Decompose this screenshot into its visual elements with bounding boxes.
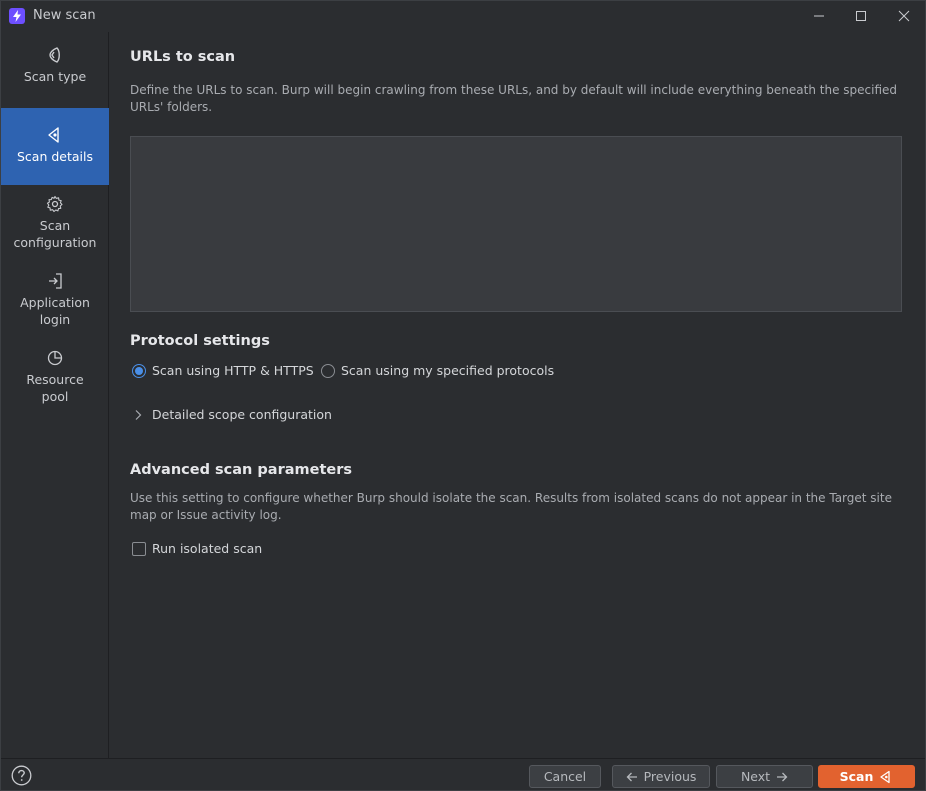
next-label: Next <box>740 769 771 784</box>
scan-type-icon <box>49 47 60 63</box>
urls-heading: URLs to scan <box>130 49 236 65</box>
sidebar-item-label: pool <box>41 389 69 404</box>
close-icon <box>898 10 910 22</box>
advanced-description: Use this setting to configure whether Bu… <box>130 491 892 522</box>
sidebar-item-scan-details[interactable]: Scan details <box>1 108 109 185</box>
scan-details-panel: URLs to scan Define the URLs to scan. Bu… <box>110 32 925 758</box>
sidebar-item-label: configuration <box>13 235 97 250</box>
help-button[interactable] <box>11 765 32 786</box>
detailed-scope-toggle[interactable]: Detailed scope configuration <box>132 407 332 422</box>
title-bar: New scan <box>1 1 925 32</box>
radio-http-https-label: Scan using HTTP & HTTPS <box>152 363 314 378</box>
scan-button[interactable]: Scan <box>818 765 915 788</box>
urls-description: Define the URLs to scan. Burp will begin… <box>130 83 898 114</box>
login-icon <box>49 273 62 289</box>
window-title: New scan <box>33 8 96 23</box>
next-button[interactable]: Next <box>716 765 813 788</box>
sidebar-item-scan-type[interactable]: Scan type <box>1 46 109 108</box>
arrow-left-icon <box>626 772 637 781</box>
new-scan-window: New scan Scan type Scan details Scan con… <box>0 0 926 791</box>
maximize-icon <box>856 11 866 21</box>
scan-label: Scan <box>839 769 874 784</box>
scan-details-icon <box>48 127 59 143</box>
radio-specified-protocols-indicator[interactable] <box>321 363 335 378</box>
isolated-scan-checkbox[interactable] <box>132 541 146 556</box>
cancel-button[interactable]: Cancel <box>529 765 601 788</box>
sidebar-item-label: Scan details <box>16 149 93 164</box>
scan-icon <box>880 770 891 783</box>
radio-http-https[interactable]: Scan using HTTP & HTTPS <box>132 363 314 378</box>
isolated-scan-checkbox-row[interactable]: Run isolated scan <box>132 541 262 556</box>
isolated-scan-label: Run isolated scan <box>152 541 263 556</box>
detailed-scope-label: Detailed scope configuration <box>152 407 332 422</box>
minimize-icon <box>814 15 824 17</box>
sidebar: Scan type Scan details Scan configuratio… <box>1 32 109 758</box>
sidebar-item-application-login[interactable]: Application login <box>1 272 109 334</box>
close-button[interactable] <box>892 5 916 27</box>
sidebar-item-label: Resource <box>26 372 84 387</box>
sidebar-item-label: login <box>39 312 71 327</box>
radio-specified-protocols[interactable]: Scan using my specified protocols <box>321 363 554 378</box>
help-icon <box>11 765 32 786</box>
radio-specified-protocols-label: Scan using my specified protocols <box>341 363 555 378</box>
maximize-button[interactable] <box>849 5 873 27</box>
previous-button[interactable]: Previous <box>612 765 710 788</box>
gear-icon <box>46 195 63 213</box>
minimize-button[interactable] <box>807 5 831 27</box>
sidebar-item-resource-pool[interactable]: Resource pool <box>1 349 109 411</box>
cancel-label: Cancel <box>543 769 587 784</box>
arrow-right-icon <box>777 772 788 781</box>
sidebar-item-label: Scan <box>39 218 71 233</box>
radio-http-https-indicator[interactable] <box>132 363 146 378</box>
protocol-heading: Protocol settings <box>130 333 270 349</box>
footer-bar: Cancel Previous Next Scan <box>1 758 925 790</box>
urls-input[interactable] <box>130 136 902 312</box>
pie-chart-icon <box>47 350 63 366</box>
advanced-heading: Advanced scan parameters <box>130 462 352 478</box>
sidebar-item-scan-configuration[interactable]: Scan configuration <box>1 195 109 257</box>
previous-label: Previous <box>643 769 697 784</box>
sidebar-item-label: Scan type <box>23 69 87 84</box>
sidebar-item-label: Application <box>20 295 90 310</box>
chevron-right-icon <box>135 409 142 420</box>
burp-logo-icon <box>9 8 25 24</box>
